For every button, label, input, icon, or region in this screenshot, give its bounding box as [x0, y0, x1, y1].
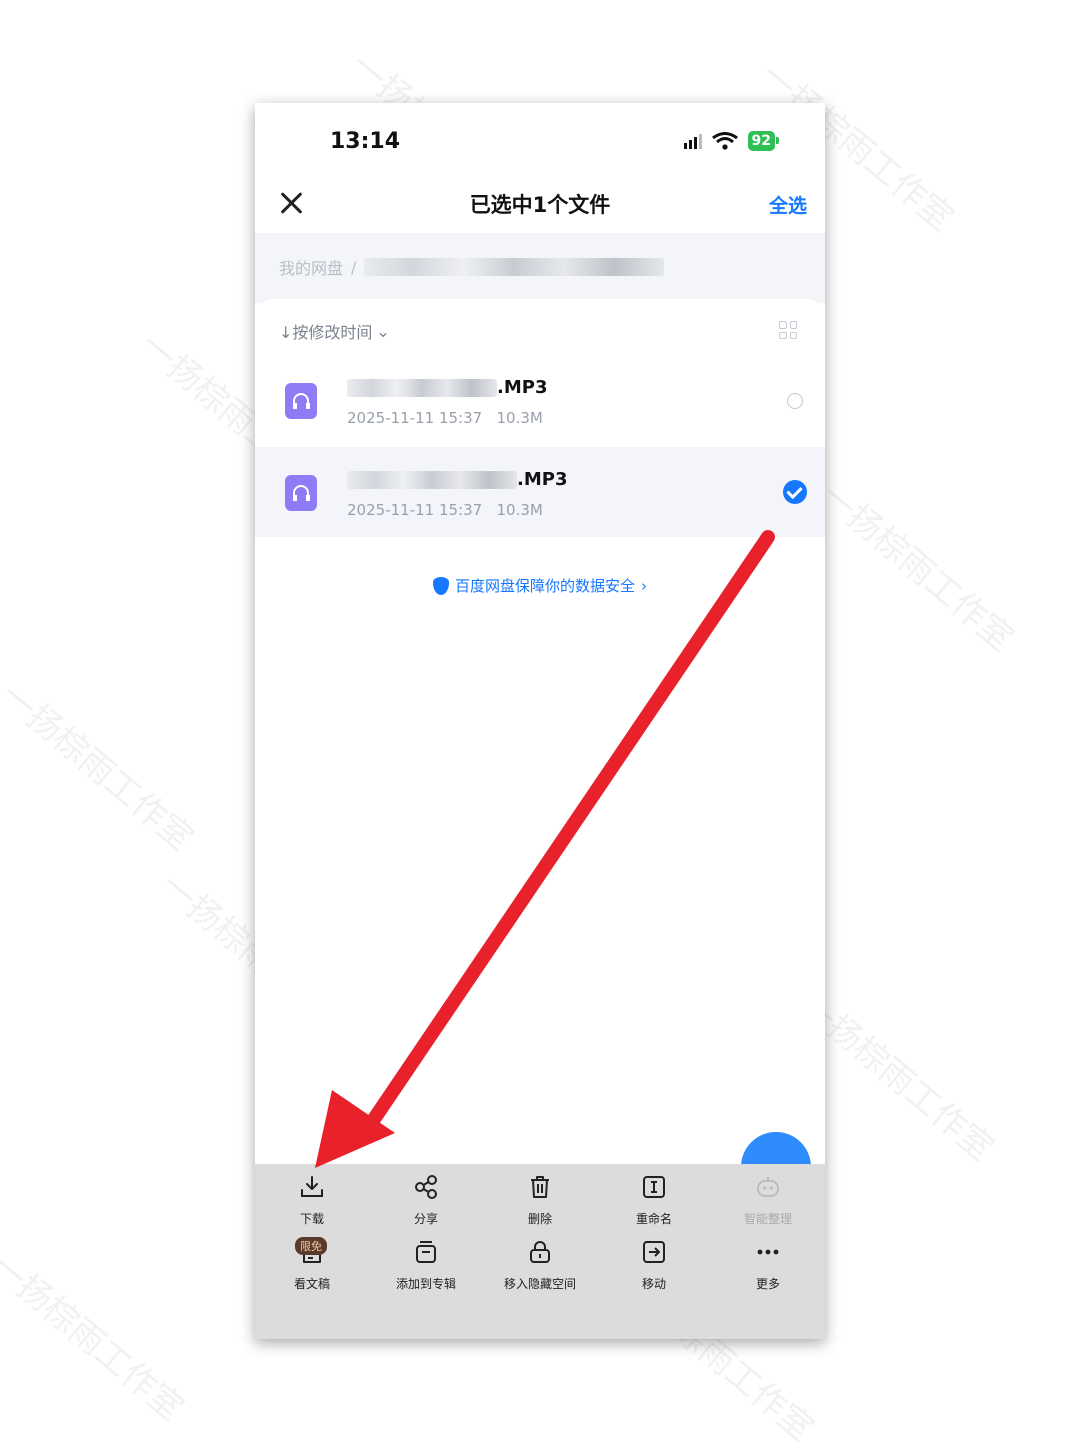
rename-icon	[643, 1176, 665, 1198]
album-icon	[416, 1241, 436, 1263]
shield-icon	[432, 576, 449, 595]
security-notice-text: 百度网盘保障你的数据安全	[454, 577, 635, 595]
share-icon	[415, 1175, 437, 1199]
watermark: 一扬棕雨工作室	[0, 1245, 191, 1429]
file-name: .MP3	[347, 469, 567, 490]
select-radio[interactable]	[787, 393, 803, 409]
move-icon	[643, 1241, 665, 1263]
robot-icon	[757, 1177, 779, 1197]
view-transcript-button[interactable]: 限免 看文稿	[257, 1237, 367, 1292]
more-button[interactable]: 更多	[713, 1239, 823, 1292]
grid-view-icon[interactable]	[779, 321, 797, 339]
move-button[interactable]: 移动	[599, 1239, 709, 1292]
download-icon	[301, 1176, 323, 1197]
move-to-hidden-space-label: 移入隐藏空间	[503, 1277, 576, 1291]
file-meta: 2025-11-11 15:37 10.3M	[347, 409, 543, 427]
file-name-redacted	[347, 378, 497, 397]
file-size: 10.3M	[496, 409, 543, 427]
file-extension: .MP3	[497, 377, 548, 398]
add-to-album-button[interactable]: 添加到专辑	[371, 1239, 481, 1292]
wifi-icon	[711, 132, 738, 150]
file-date: 2025-11-11 15:37	[347, 501, 483, 519]
file-name: .MP3	[347, 377, 547, 398]
chevron-right-icon: ›	[641, 576, 647, 595]
watermark: 一扬棕雨工作室	[812, 475, 1021, 659]
file-row-selected[interactable]: .MP3 2025-11-11 15:37 10.3M	[255, 447, 825, 537]
status-time: 13:14	[330, 129, 401, 154]
chevron-down-icon: ⌄	[376, 321, 390, 341]
smart-organize-button: 智能整理	[713, 1174, 823, 1227]
rename-label: 重命名	[635, 1212, 672, 1226]
more-icon	[757, 1249, 779, 1255]
sort-dropdown[interactable]: ↓按修改时间 ⌄	[279, 319, 390, 343]
breadcrumb-root[interactable]: 我的网盘	[279, 255, 343, 279]
battery-icon: 92	[747, 131, 780, 151]
smart-organize-label: 智能整理	[743, 1212, 792, 1226]
delete-button[interactable]: 删除	[485, 1174, 595, 1227]
cellular-signal-icon	[683, 133, 702, 149]
action-toolbar: 下载 分享 删除 重命名 智能整理 限免 看文稿 添加到专辑 移入隐藏空间 移动…	[255, 1164, 825, 1339]
file-name-redacted	[347, 470, 517, 489]
add-to-album-label: 添加到专辑	[395, 1277, 456, 1291]
breadcrumb: 我的网盘 /	[279, 255, 665, 279]
breadcrumb-folder-redacted[interactable]	[364, 258, 665, 276]
phone-screen: 13:14 92 已选中1个文件 全选 我的网盘 / ↓按修改时间 ⌄ .MP3	[255, 103, 825, 1339]
watermark: 一扬棕雨工作室	[0, 675, 201, 859]
move-label: 移动	[641, 1277, 666, 1291]
lock-icon	[530, 1241, 550, 1263]
move-to-hidden-space-button[interactable]: 移入隐藏空间	[485, 1239, 595, 1292]
limited-free-badge: 限免	[295, 1237, 327, 1255]
file-date: 2025-11-11 15:37	[347, 409, 483, 427]
status-icons: 92	[683, 131, 780, 151]
page-title: 已选中1个文件	[469, 193, 611, 217]
share-label: 分享	[413, 1212, 438, 1226]
breadcrumb-separator: /	[351, 257, 357, 277]
download-button[interactable]: 下载	[257, 1174, 367, 1227]
sort-label: ↓按修改时间	[279, 323, 373, 342]
checked-icon[interactable]	[783, 480, 807, 504]
security-notice-link[interactable]: 百度网盘保障你的数据安全 ›	[255, 575, 825, 596]
audio-file-icon	[285, 383, 317, 419]
download-label: 下载	[299, 1212, 324, 1226]
select-all-button[interactable]: 全选	[769, 191, 807, 218]
file-meta: 2025-11-11 15:37 10.3M	[347, 501, 543, 519]
view-transcript-label: 看文稿	[293, 1277, 330, 1291]
file-size: 10.3M	[496, 501, 543, 519]
share-button[interactable]: 分享	[371, 1174, 481, 1227]
audio-file-icon	[285, 475, 317, 511]
rename-button[interactable]: 重命名	[599, 1174, 709, 1227]
file-row[interactable]: .MP3 2025-11-11 15:37 10.3M	[255, 355, 825, 445]
trash-icon	[531, 1176, 549, 1198]
file-extension: .MP3	[517, 469, 568, 490]
delete-label: 删除	[527, 1212, 552, 1226]
more-label: 更多	[755, 1277, 780, 1291]
